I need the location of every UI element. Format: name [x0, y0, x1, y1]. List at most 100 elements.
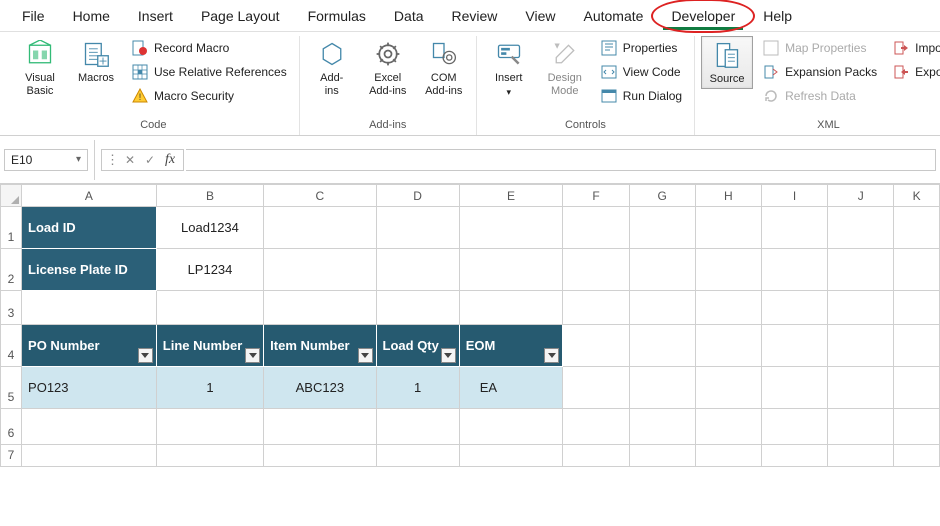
cell-J2[interactable]	[828, 249, 894, 291]
tab-view[interactable]: View	[511, 2, 569, 30]
cell-C6[interactable]	[264, 409, 376, 445]
col-header-H[interactable]: H	[695, 185, 761, 207]
col-header-G[interactable]: G	[629, 185, 695, 207]
record-macro-button[interactable]: Record Macro	[126, 36, 293, 60]
cell-A1[interactable]: Load ID	[22, 207, 157, 249]
cell-B2[interactable]: LP1234	[156, 249, 263, 291]
row-header-2[interactable]: 2	[1, 249, 22, 291]
col-header-C[interactable]: C	[264, 185, 376, 207]
cell-A6[interactable]	[22, 409, 157, 445]
cell-B7[interactable]	[156, 445, 263, 467]
tab-developer[interactable]: Developer	[657, 2, 749, 30]
cell-J4[interactable]	[828, 325, 894, 367]
cell-I6[interactable]	[761, 409, 827, 445]
macro-security-button[interactable]: ! Macro Security	[126, 84, 293, 108]
cell-E4[interactable]: EOM	[459, 325, 563, 367]
cell-D4[interactable]: Load Qty	[376, 325, 459, 367]
cell-I3[interactable]	[761, 291, 827, 325]
export-button[interactable]: Export	[887, 60, 940, 84]
select-all-button[interactable]	[1, 185, 22, 207]
dots-icon[interactable]: ⋮	[106, 152, 119, 168]
cell-K6[interactable]	[894, 409, 940, 445]
cell-F2[interactable]	[563, 249, 629, 291]
cell-F5[interactable]	[563, 367, 629, 409]
properties-button[interactable]: Properties	[595, 36, 688, 60]
cell-A5[interactable]: PO123	[22, 367, 157, 409]
tab-formulas[interactable]: Formulas	[294, 2, 380, 30]
cell-D1[interactable]	[376, 207, 459, 249]
insert-control-button[interactable]: Insert ▾	[483, 36, 535, 100]
cell-G5[interactable]	[629, 367, 695, 409]
cell-H3[interactable]	[695, 291, 761, 325]
cell-C7[interactable]	[264, 445, 376, 467]
tab-home[interactable]: Home	[59, 2, 124, 30]
cell-C1[interactable]	[264, 207, 376, 249]
cell-D5[interactable]: 1	[376, 367, 459, 409]
cell-B1[interactable]: Load1234	[156, 207, 263, 249]
tab-file[interactable]: File	[8, 2, 59, 30]
cell-B4[interactable]: Line Number	[156, 325, 263, 367]
cell-H6[interactable]	[695, 409, 761, 445]
cell-A7[interactable]	[22, 445, 157, 467]
cell-J5[interactable]	[828, 367, 894, 409]
cell-E3[interactable]	[459, 291, 563, 325]
visual-basic-button[interactable]: Visual Basic	[14, 36, 66, 100]
cell-K4[interactable]	[894, 325, 940, 367]
cell-J1[interactable]	[828, 207, 894, 249]
filter-button[interactable]	[358, 348, 373, 363]
source-button[interactable]: Source	[701, 36, 753, 89]
tab-automate[interactable]: Automate	[570, 2, 658, 30]
col-header-J[interactable]: J	[828, 185, 894, 207]
col-header-F[interactable]: F	[563, 185, 629, 207]
cell-G2[interactable]	[629, 249, 695, 291]
cell-I4[interactable]	[761, 325, 827, 367]
col-header-E[interactable]: E	[459, 185, 563, 207]
cell-D3[interactable]	[376, 291, 459, 325]
cell-E2[interactable]	[459, 249, 563, 291]
cell-F3[interactable]	[563, 291, 629, 325]
row-header-5[interactable]: 5	[1, 367, 22, 409]
row-header-1[interactable]: 1	[1, 207, 22, 249]
cell-B3[interactable]	[156, 291, 263, 325]
cell-I7[interactable]	[761, 445, 827, 467]
cell-E6[interactable]	[459, 409, 563, 445]
cell-I2[interactable]	[761, 249, 827, 291]
cancel-icon[interactable]: ✕	[121, 153, 139, 167]
row-header-7[interactable]: 7	[1, 445, 22, 467]
cell-K2[interactable]	[894, 249, 940, 291]
addins-button[interactable]: Add- ins	[306, 36, 358, 100]
cell-F1[interactable]	[563, 207, 629, 249]
cell-H7[interactable]	[695, 445, 761, 467]
cell-G3[interactable]	[629, 291, 695, 325]
cell-G6[interactable]	[629, 409, 695, 445]
expansion-packs-button[interactable]: Expansion Packs	[757, 60, 883, 84]
cell-H5[interactable]	[695, 367, 761, 409]
row-header-4[interactable]: 4	[1, 325, 22, 367]
filter-button[interactable]	[544, 348, 559, 363]
filter-button[interactable]	[138, 348, 153, 363]
cell-D6[interactable]	[376, 409, 459, 445]
cell-A4[interactable]: PO Number	[22, 325, 157, 367]
tab-page-layout[interactable]: Page Layout	[187, 2, 294, 30]
tab-review[interactable]: Review	[438, 2, 512, 30]
cell-J6[interactable]	[828, 409, 894, 445]
run-dialog-button[interactable]: Run Dialog	[595, 84, 688, 108]
filter-button[interactable]	[245, 348, 260, 363]
col-header-K[interactable]: K	[894, 185, 940, 207]
cell-A3[interactable]	[22, 291, 157, 325]
cell-F6[interactable]	[563, 409, 629, 445]
cell-J7[interactable]	[828, 445, 894, 467]
name-box[interactable]: E10 ▾	[4, 149, 88, 171]
cell-J3[interactable]	[828, 291, 894, 325]
tab-insert[interactable]: Insert	[124, 2, 187, 30]
cell-D7[interactable]	[376, 445, 459, 467]
view-code-button[interactable]: View Code	[595, 60, 688, 84]
cell-F7[interactable]	[563, 445, 629, 467]
import-button[interactable]: Import	[887, 36, 940, 60]
cell-E5[interactable]: EA	[459, 367, 563, 409]
cell-I1[interactable]	[761, 207, 827, 249]
cell-H1[interactable]	[695, 207, 761, 249]
cell-F4[interactable]	[563, 325, 629, 367]
cell-H4[interactable]	[695, 325, 761, 367]
cell-B5[interactable]: 1	[156, 367, 263, 409]
